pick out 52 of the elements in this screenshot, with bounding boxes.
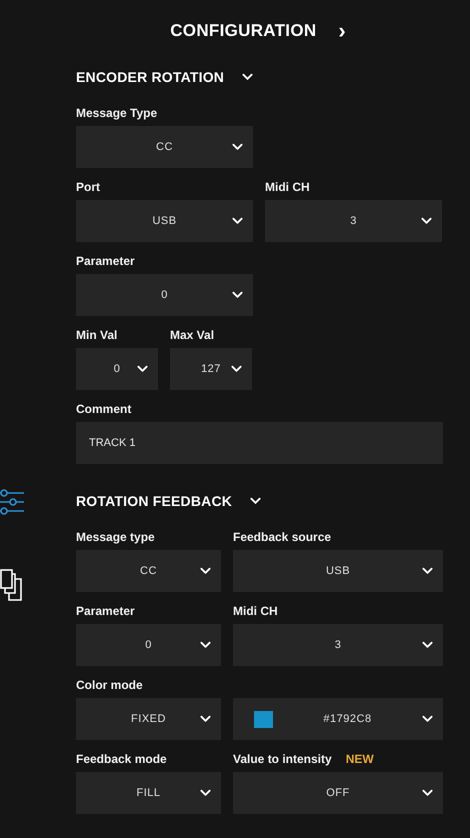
new-label: NEW bbox=[346, 751, 374, 768]
field-label: Port bbox=[76, 179, 100, 196]
chevron-down-icon bbox=[137, 365, 148, 373]
chevron-down-icon bbox=[200, 715, 211, 723]
dropdown[interactable]: FIXED bbox=[76, 698, 221, 740]
next-arrow[interactable]: › bbox=[338, 20, 346, 42]
chevron-down-icon bbox=[232, 291, 243, 299]
chevron-down-icon bbox=[421, 217, 432, 225]
field-label: Max Val bbox=[170, 327, 214, 344]
chevron-down-icon bbox=[422, 789, 433, 797]
field-label: Feedback source bbox=[233, 529, 332, 546]
field-label: Parameter bbox=[76, 603, 135, 620]
chevron-down-icon bbox=[200, 641, 211, 649]
collapse-chevron-icon[interactable] bbox=[250, 497, 262, 505]
chevron-down-icon bbox=[200, 567, 211, 575]
dropdown[interactable]: OFF bbox=[233, 772, 443, 814]
color-dropdown[interactable]: #1792C8 bbox=[233, 698, 443, 740]
field-label: Midi CH bbox=[265, 179, 310, 196]
collapse-chevron-icon[interactable] bbox=[242, 73, 254, 81]
field-label: Message Type bbox=[76, 105, 158, 122]
chevron-down-icon bbox=[231, 365, 242, 373]
dropdown[interactable]: USB bbox=[233, 550, 443, 592]
dropdown[interactable]: 3 bbox=[233, 624, 443, 666]
comment-field[interactable]: TRACK 1 bbox=[76, 422, 443, 464]
dropdown[interactable]: CC bbox=[76, 126, 253, 168]
chevron-down-icon bbox=[232, 217, 243, 225]
dropdown[interactable]: CC bbox=[76, 550, 221, 592]
section-title: ENCODER ROTATION bbox=[76, 68, 224, 86]
chevron-down-icon bbox=[422, 567, 433, 575]
field-label: Min Val bbox=[76, 327, 118, 344]
sliders-icon[interactable] bbox=[0, 487, 24, 517]
field-label: Value to intensity bbox=[233, 751, 332, 768]
chevron-down-icon bbox=[200, 789, 211, 797]
dropdown[interactable]: 0 bbox=[76, 624, 221, 666]
dropdown[interactable]: 127 bbox=[170, 348, 252, 390]
field-label: Feedback mode bbox=[76, 751, 167, 768]
field-label: Parameter bbox=[76, 253, 135, 270]
field-label: Color mode bbox=[76, 677, 143, 694]
dropdown[interactable]: 3 bbox=[265, 200, 442, 242]
section-title: ROTATION FEEDBACK bbox=[76, 492, 232, 510]
dropdown[interactable]: 0 bbox=[76, 274, 253, 316]
field-label: Comment bbox=[76, 401, 132, 418]
page-title: CONFIGURATION bbox=[170, 20, 316, 42]
field-label: Midi CH bbox=[233, 603, 278, 620]
chevron-down-icon bbox=[422, 641, 433, 649]
chevron-down-icon bbox=[422, 715, 433, 723]
field-label: Message type bbox=[76, 529, 155, 546]
copy-icon[interactable] bbox=[0, 569, 22, 601]
dropdown[interactable]: 0 bbox=[76, 348, 158, 390]
dropdown[interactable]: USB bbox=[76, 200, 253, 242]
dropdown[interactable]: FILL bbox=[76, 772, 221, 814]
chevron-down-icon bbox=[232, 143, 243, 151]
